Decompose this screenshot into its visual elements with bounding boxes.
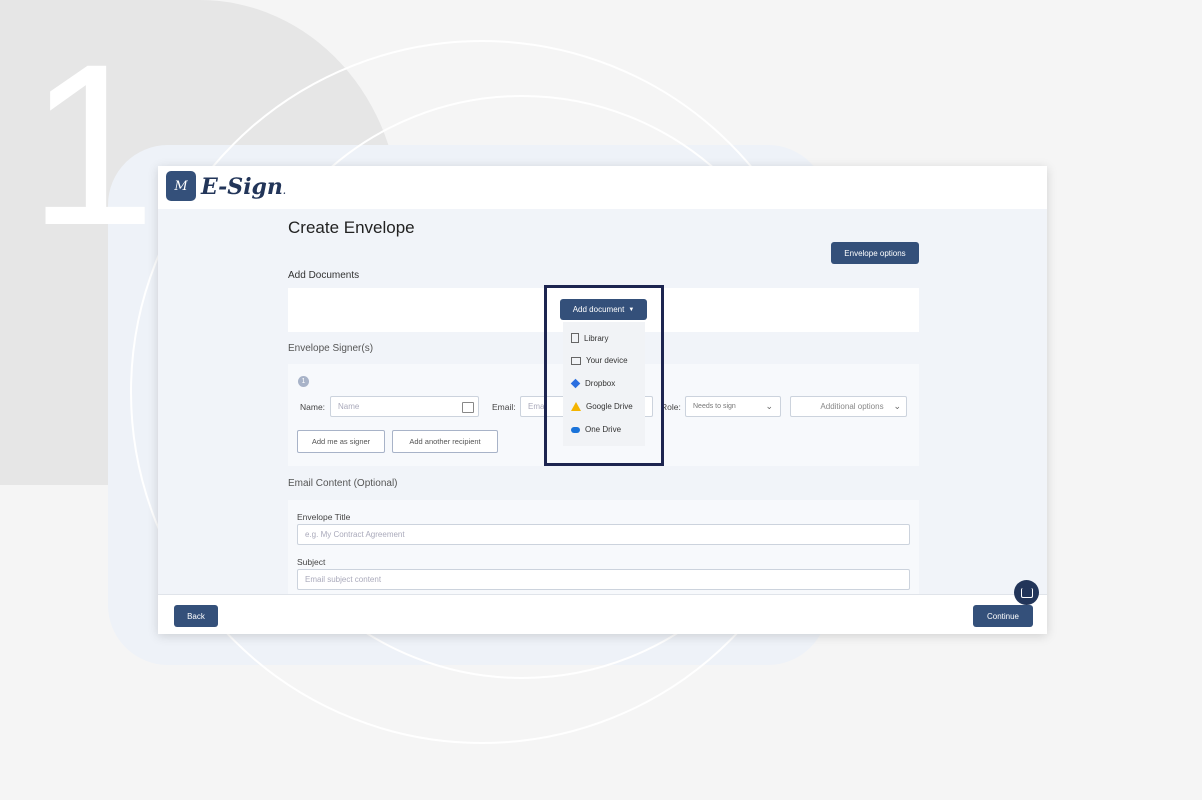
continue-button[interactable]: Continue [973, 605, 1033, 627]
chat-button[interactable] [1014, 580, 1039, 605]
additional-options-select[interactable]: Additional options ⌄ [790, 396, 907, 417]
back-button[interactable]: Back [174, 605, 218, 627]
chat-icon [1020, 587, 1033, 598]
app-window: M E-Sign. Create Envelope Envelope optio… [158, 166, 1047, 634]
name-label: Name: [300, 402, 326, 412]
logo-text: E-Sign. [201, 174, 286, 200]
signers-label: Envelope Signer(s) [288, 343, 374, 354]
email-content-label: Email Content (Optional) [288, 478, 398, 489]
add-another-recipient-button[interactable]: Add another recipient [392, 430, 498, 453]
envelope-options-button[interactable]: Envelope options [831, 242, 919, 264]
role-select[interactable]: Needs to sign ⌄ [685, 396, 781, 417]
page-title: Create Envelope [288, 218, 415, 237]
footer-bar: Back Continue [158, 594, 1047, 634]
name-input[interactable]: Name [330, 396, 479, 417]
contact-card-icon[interactable] [462, 402, 474, 413]
email-label: Email: [492, 402, 516, 412]
step-number: 1 [28, 16, 156, 273]
chevron-down-icon: ⌄ [765, 401, 773, 411]
subject-input[interactable]: Email subject content [297, 569, 910, 590]
add-me-as-signer-button[interactable]: Add me as signer [297, 430, 385, 453]
logo-icon: M [166, 171, 196, 201]
envelope-title-input[interactable]: e.g. My Contract Agreement [297, 524, 910, 545]
top-bar: M E-Sign. [158, 166, 1047, 209]
highlight-box [544, 285, 664, 466]
add-documents-label: Add Documents [288, 270, 360, 281]
signer-index-badge: 1 [298, 376, 309, 387]
chevron-down-icon: ⌄ [893, 401, 901, 411]
subject-label: Subject [297, 557, 326, 567]
envelope-title-label: Envelope Title [297, 512, 351, 522]
